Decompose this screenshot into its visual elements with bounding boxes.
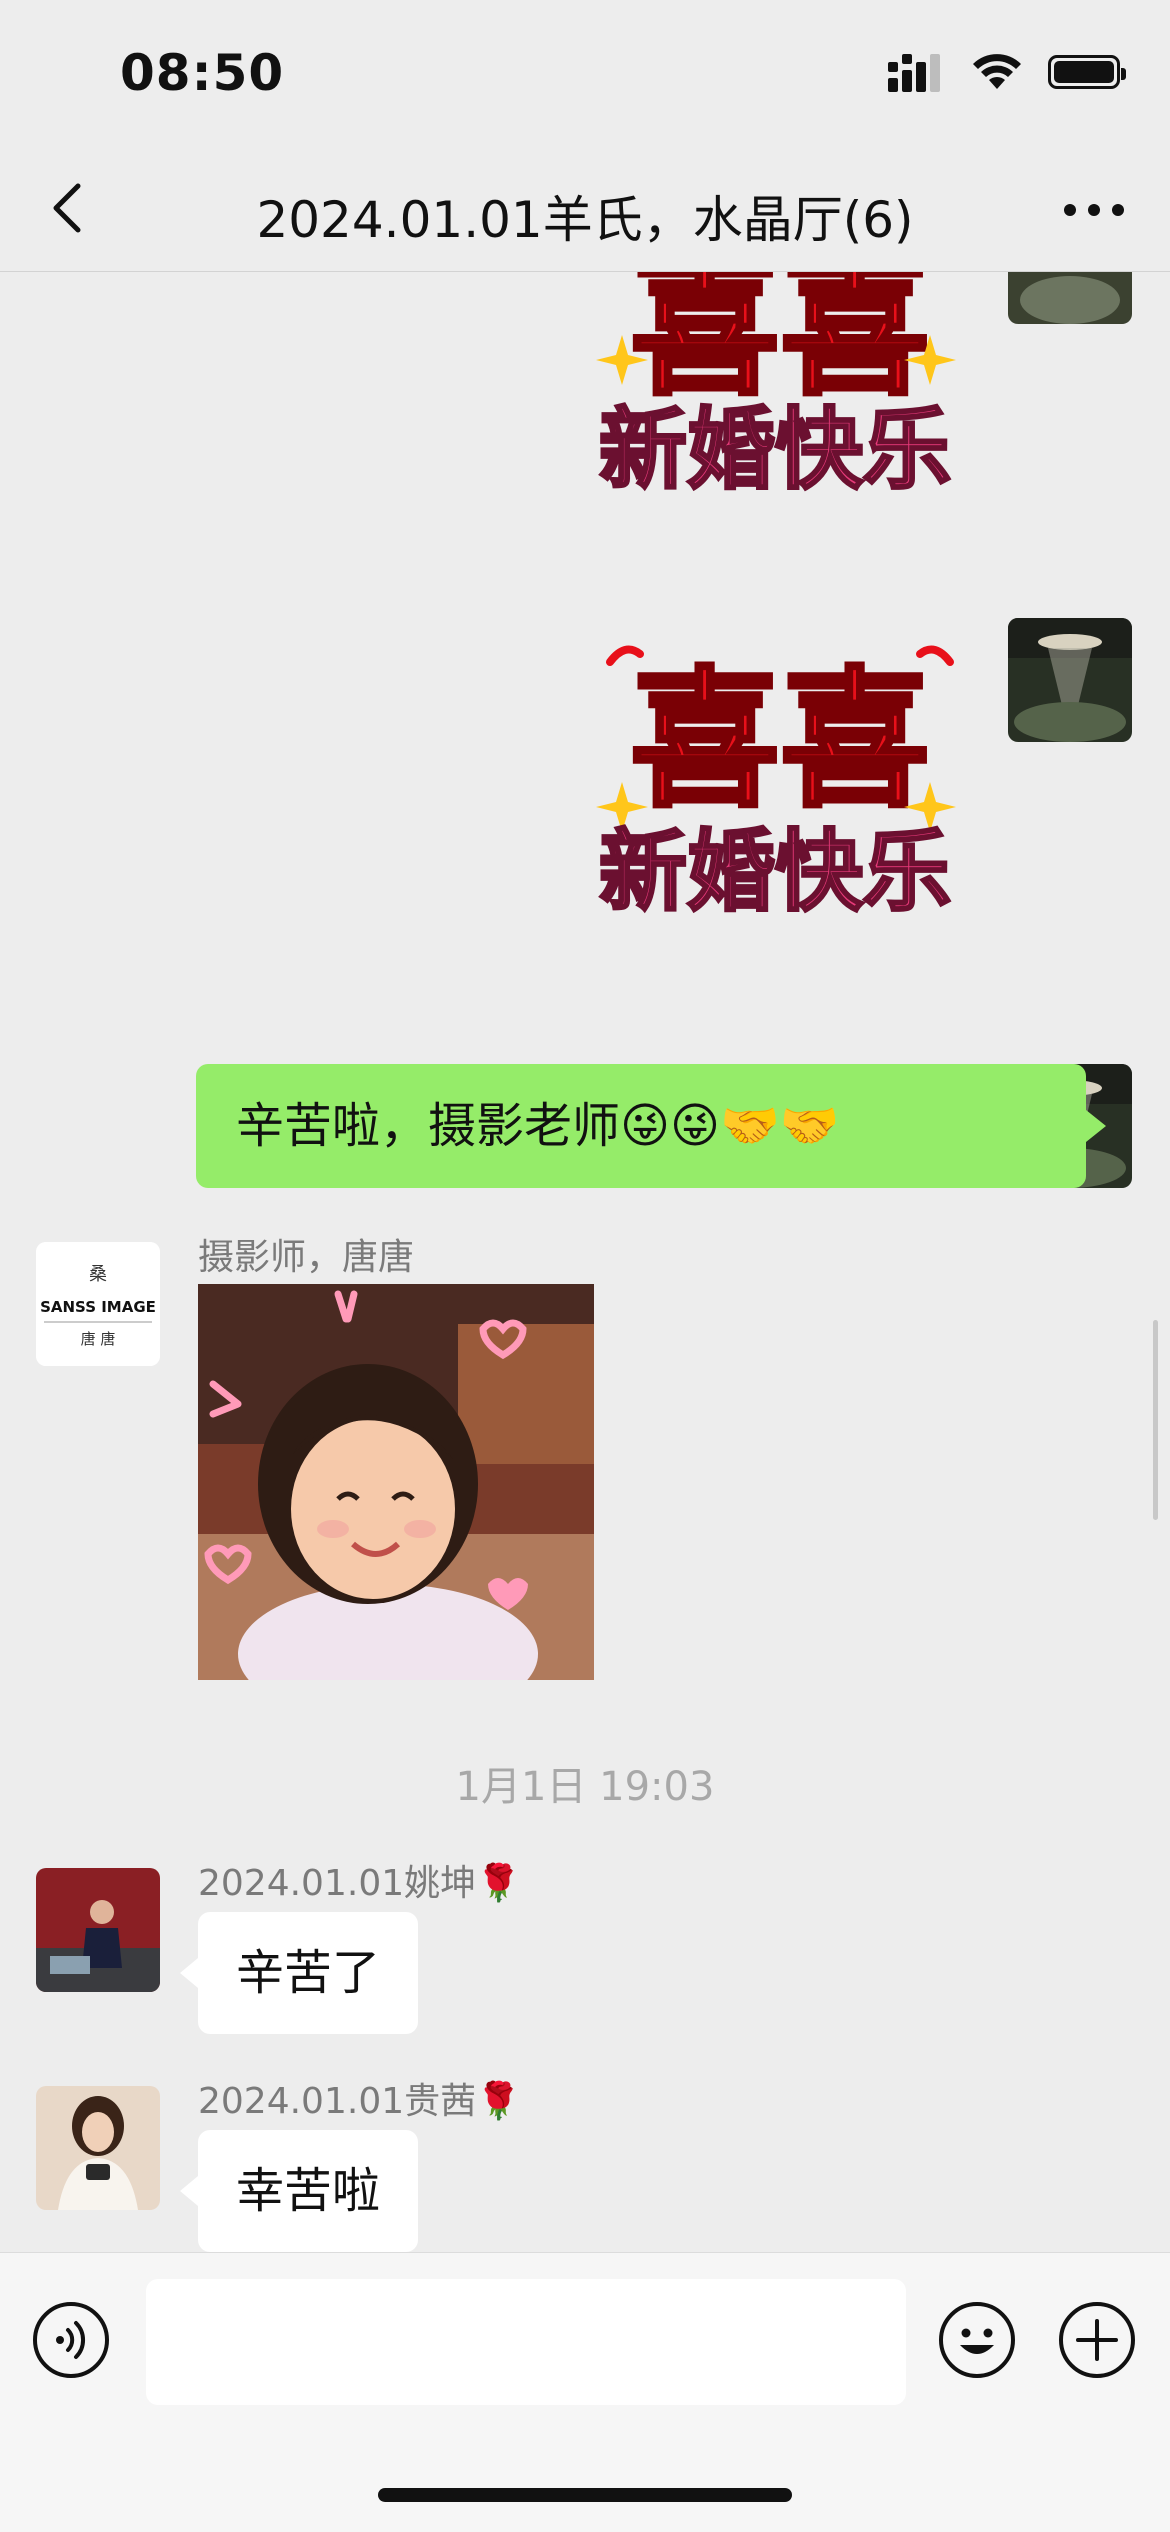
wifi-icon [973, 54, 1021, 89]
voice-icon[interactable] [32, 2301, 110, 2379]
cellular-signal-icon [888, 54, 940, 92]
sticker-message[interactable]: 喜喜 新婚快乐 [570, 632, 990, 932]
emoji-icon[interactable] [938, 2301, 1016, 2379]
message-input[interactable] [146, 2279, 906, 2405]
sticker-message[interactable]: 喜喜 新婚快乐 [570, 272, 990, 540]
status-icons [888, 52, 1126, 92]
more-dots-icon[interactable] [1054, 182, 1134, 238]
sticker-caption: 新婚快乐 [599, 398, 951, 501]
sticker-double-happiness: 喜喜 [630, 654, 930, 828]
incoming-message-bubble[interactable]: 幸苦啦 [179, 2130, 419, 2252]
chat-header: 2024.01.01羊氏，水晶厅(6) [0, 150, 1170, 272]
sender-name: 2024.01.01贵茜🌹 [198, 2081, 521, 2122]
avatar-self[interactable] [1008, 618, 1132, 742]
message-text: 辛苦了 [236, 1945, 381, 2001]
svg-text:桑: 桑 [89, 1264, 107, 1285]
avatar-yao[interactable] [36, 1868, 160, 1992]
message-text: 幸苦啦 [236, 2163, 381, 2219]
avatar-gui[interactable] [36, 2086, 160, 2210]
status-time: 08:50 [120, 44, 285, 102]
plus-icon[interactable] [1058, 2301, 1136, 2379]
avatar-brand-text: SANSS IMAGE [40, 1298, 156, 1316]
avatar-self[interactable] [1008, 272, 1132, 324]
message-timestamp: 1月1日 19:03 [455, 1764, 715, 1810]
back-chevron-icon[interactable] [40, 178, 100, 238]
sender-name: 摄影师，唐唐 [198, 1237, 415, 1278]
avatar-subtitle-text: 唐 唐 [81, 1330, 116, 1348]
home-indicator [378, 2488, 792, 2502]
message-text: 辛苦啦，摄影老师😜😜🤝🤝 [236, 1098, 840, 1154]
chat-title: 2024.01.01羊氏，水晶厅(6) [256, 191, 914, 249]
battery-icon [1048, 55, 1126, 89]
message-list[interactable]: 喜喜 新婚快乐 喜喜 新婚快乐 辛苦啦，摄影老师😜😜🤝🤝 桑 SANSS IMA… [0, 272, 1170, 2252]
image-message[interactable] [198, 1284, 594, 1724]
sender-name: 2024.01.01姚坤🌹 [198, 1863, 521, 1904]
avatar-photographer[interactable]: 桑 SANSS IMAGE 唐 唐 [36, 1242, 160, 1366]
scroll-indicator[interactable] [1153, 1320, 1158, 1520]
outgoing-message-bubble[interactable]: 辛苦啦，摄影老师😜😜🤝🤝 [196, 1064, 1106, 1188]
sticker-double-happiness: 喜喜 [630, 272, 930, 416]
incoming-message-bubble[interactable]: 辛苦了 [179, 1912, 419, 2034]
sticker-caption: 新婚快乐 [599, 820, 951, 923]
